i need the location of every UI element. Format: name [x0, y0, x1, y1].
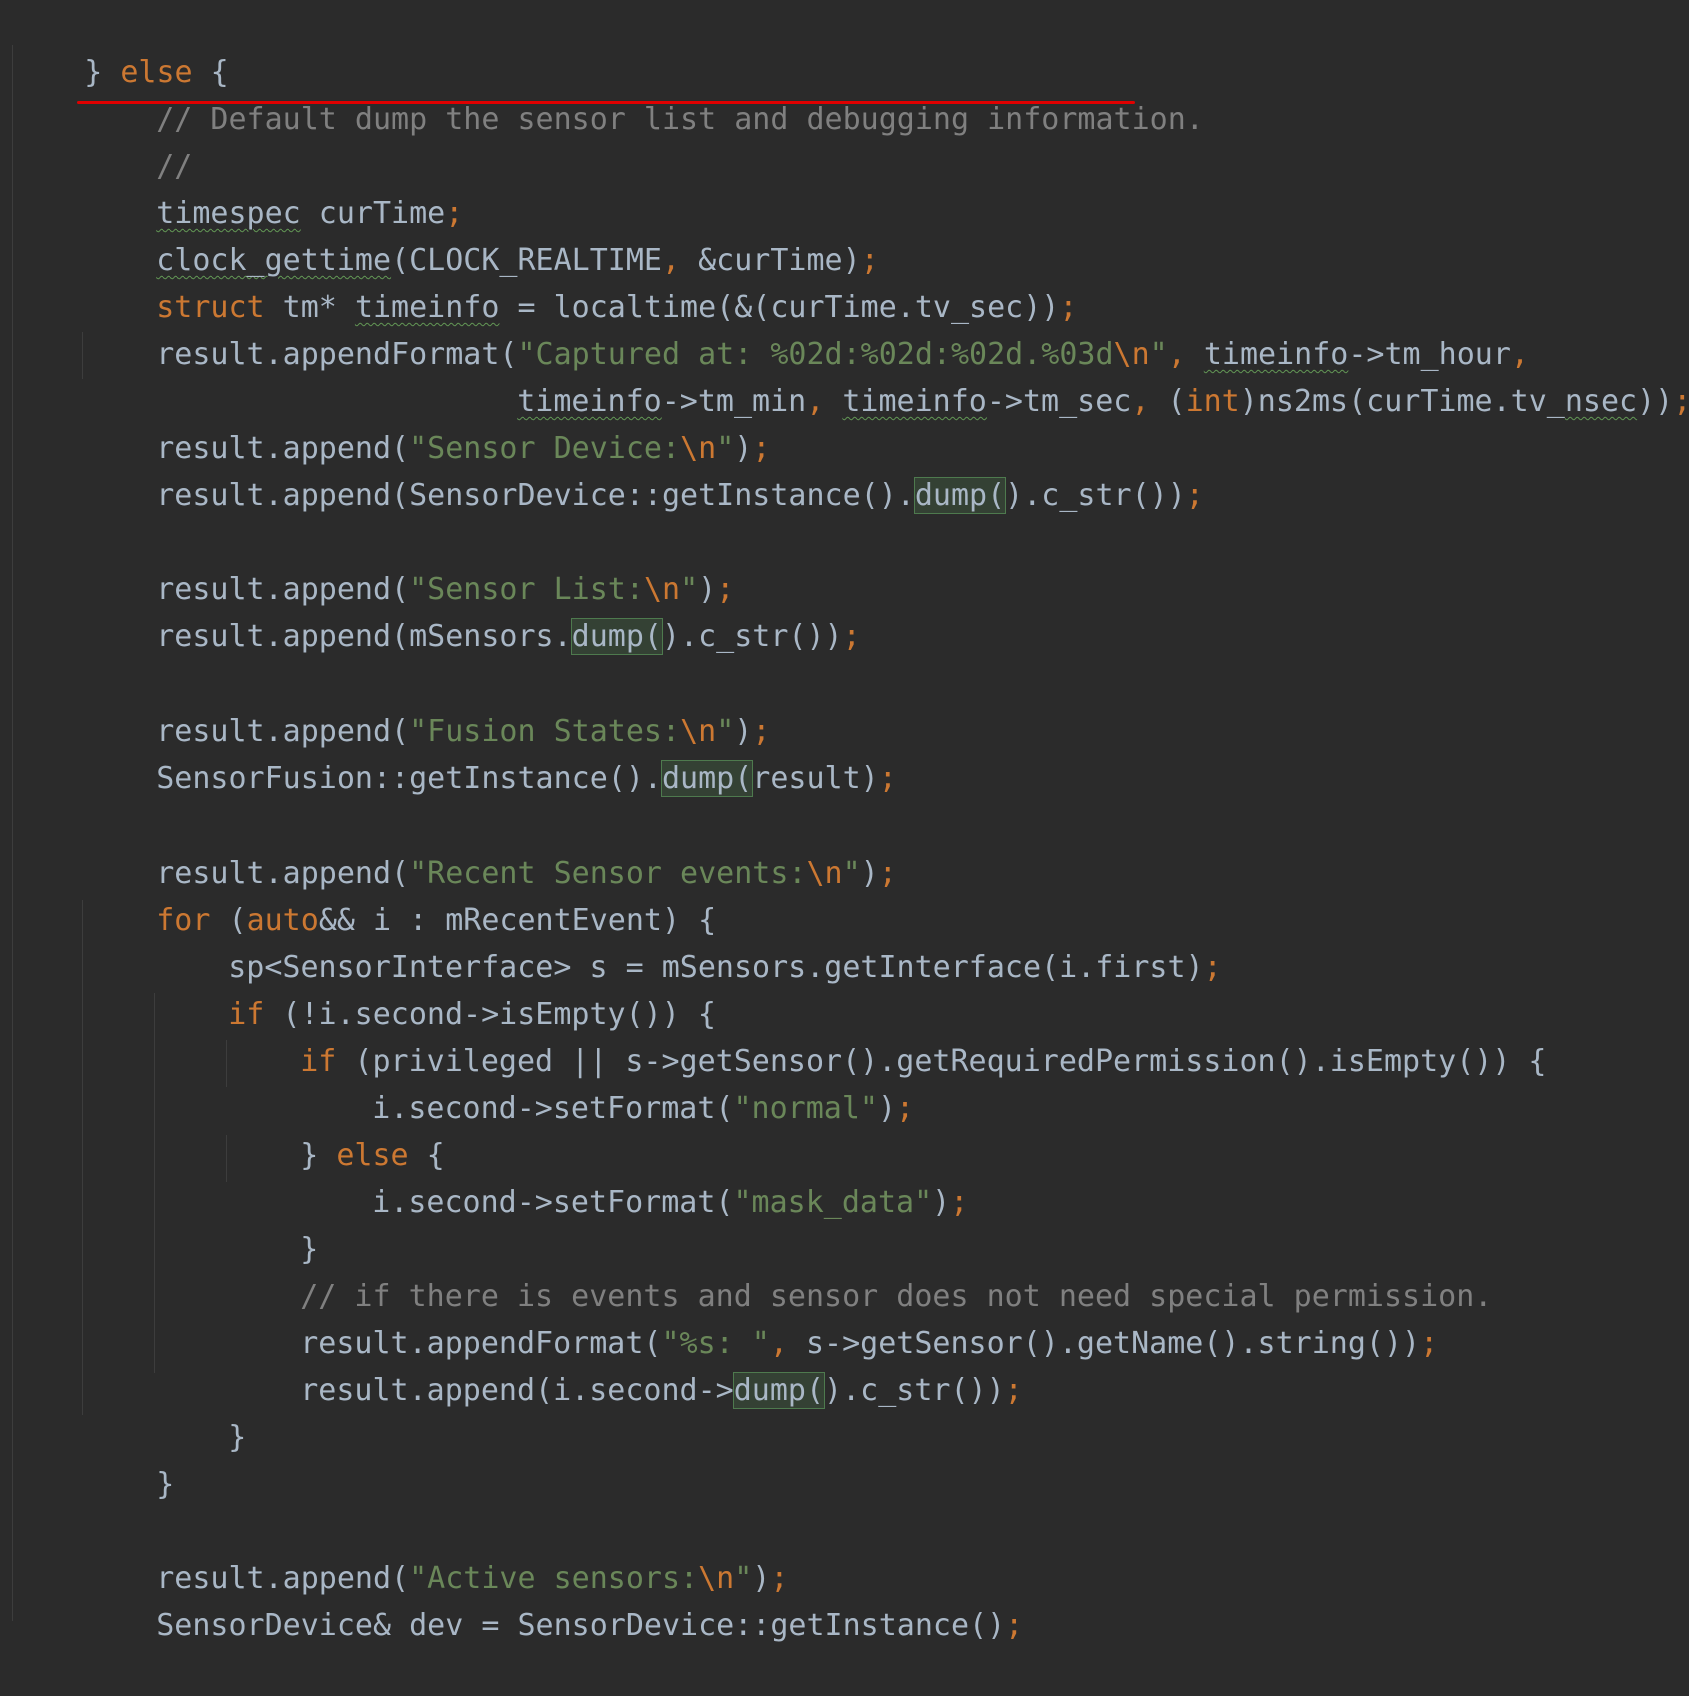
highlighted-usage: dump(: [913, 477, 1007, 514]
indent-guide: [226, 1135, 227, 1182]
semicolon-token: ;: [950, 1185, 969, 1220]
code-line: result.append("Fusion States:\n");: [84, 661, 770, 749]
token: result.append(SensorDevice::getInstance(…: [156, 478, 915, 513]
string-token: ": [842, 856, 861, 891]
token: result.append(i.second->: [300, 1373, 734, 1408]
token: SensorDevice& dev = SensorDevice::getIns…: [156, 1608, 1006, 1643]
code-line: result.appendFormat("Captured at: %02d:%…: [84, 284, 1529, 372]
code-line: }: [84, 1414, 174, 1502]
variable-token: nsec: [1564, 384, 1638, 419]
code-line: // if there is events and sensor does no…: [228, 1226, 1492, 1314]
code-line: SensorFusion::getInstance().dump(result)…: [84, 708, 897, 797]
token: (: [1149, 384, 1186, 419]
token: )ns2ms(curTime.tv_: [1239, 384, 1565, 419]
token: i.second->setFormat(: [372, 1185, 734, 1220]
token: ): [932, 1185, 951, 1220]
string-token: "mask_data": [733, 1185, 933, 1220]
semicolon-token: ;: [1420, 1326, 1439, 1361]
code-line: result.append("Sensor Device:\n");: [84, 378, 770, 466]
code-line: timespec curTime;: [84, 143, 463, 231]
token: ).c_str()): [824, 1373, 1005, 1408]
code-line: i.second->setFormat("mask_data");: [300, 1132, 968, 1220]
semicolon-token: ;: [1203, 950, 1222, 985]
token: SensorFusion::getInstance().: [156, 761, 662, 796]
comment-token: // Default dump the sensor list and debu…: [156, 102, 1204, 137]
indent-guide: [226, 1040, 227, 1087]
code-line: timeinfo->tm_min, timeinfo->tm_sec, (int…: [445, 331, 1689, 419]
semicolon-token: ;: [1673, 384, 1689, 419]
indent-guide: [82, 900, 83, 1415]
code-line: i.second->setFormat("normal");: [300, 1038, 914, 1126]
code-line: } else {: [12, 2, 229, 90]
indent-guide: [12, 45, 13, 1621]
code-line: // Default dump the sensor list and debu…: [84, 49, 1204, 137]
token: )): [1637, 384, 1674, 419]
code-editor[interactable]: } else { // Default dump the sensor list…: [0, 0, 1689, 1643]
code-line: }: [228, 1179, 318, 1267]
code-line: //: [84, 96, 192, 184]
code-line: result.append(i.second->dump().c_str());: [228, 1320, 1023, 1409]
highlighted-usage: dump(: [660, 760, 754, 797]
token: ): [860, 856, 879, 891]
token: ->tm_sec: [986, 384, 1132, 419]
semicolon-token: ;: [1004, 1373, 1023, 1408]
highlighted-usage: dump(: [732, 1372, 826, 1409]
comma-token: ,: [1131, 384, 1150, 419]
comma-token: ,: [806, 384, 825, 419]
code-line: SensorDevice& dev = SensorDevice::getIns…: [84, 1555, 1023, 1643]
code-line: }: [156, 1367, 246, 1455]
code-line: } else {: [228, 1085, 445, 1173]
code-line: for (auto&& i : mRecentEvent) {: [84, 850, 716, 938]
token: ): [877, 1091, 897, 1126]
code-line: result.append("Recent Sensor events:\n")…: [84, 803, 897, 891]
red-underline-annotation: [77, 101, 1135, 104]
semicolon-token: ;: [878, 761, 897, 796]
code-line: struct tm* timeinfo = localtime(&(curTim…: [84, 237, 1077, 325]
code-line: result.append(mSensors.dump().c_str());: [84, 566, 861, 655]
code-line: clock_gettime(CLOCK_REALTIME, &curTime);: [84, 190, 879, 278]
code-line: result.append("Sensor List:\n");: [84, 519, 734, 607]
indent-guide: [82, 332, 83, 379]
code-line: result.appendFormat("%s: ", s->getSensor…: [228, 1273, 1438, 1361]
token: ).c_str()): [1005, 478, 1186, 513]
token: ).c_str()): [661, 619, 843, 654]
token: }: [228, 1420, 247, 1455]
semicolon-token: ;: [1005, 1608, 1024, 1643]
token: result.append(mSensors.: [156, 619, 572, 654]
escape-token: \n: [806, 856, 843, 891]
keyword-token: int: [1185, 384, 1240, 419]
code-line: if (privileged || s->getSensor().getRequ…: [228, 991, 1546, 1079]
code-line: result.append("Active sensors:\n");: [84, 1508, 788, 1596]
code-line: sp<SensorInterface> s = mSensors.getInte…: [156, 897, 1221, 985]
code-line: result.append(SensorDevice::getInstance(…: [84, 425, 1204, 514]
token: }: [156, 1467, 175, 1502]
semicolon-token: ;: [842, 619, 861, 654]
semicolon-token: ;: [878, 856, 897, 891]
token: result): [752, 761, 879, 796]
semicolon-token: ;: [1185, 478, 1204, 513]
string-token: "normal": [733, 1091, 878, 1126]
variable-token: timeinfo: [842, 384, 987, 419]
highlighted-usage: dump(: [570, 618, 663, 655]
code-line: if (!i.second->isEmpty()) {: [156, 944, 716, 1032]
indent-guide: [154, 993, 155, 1373]
semicolon-token: ;: [896, 1091, 915, 1126]
